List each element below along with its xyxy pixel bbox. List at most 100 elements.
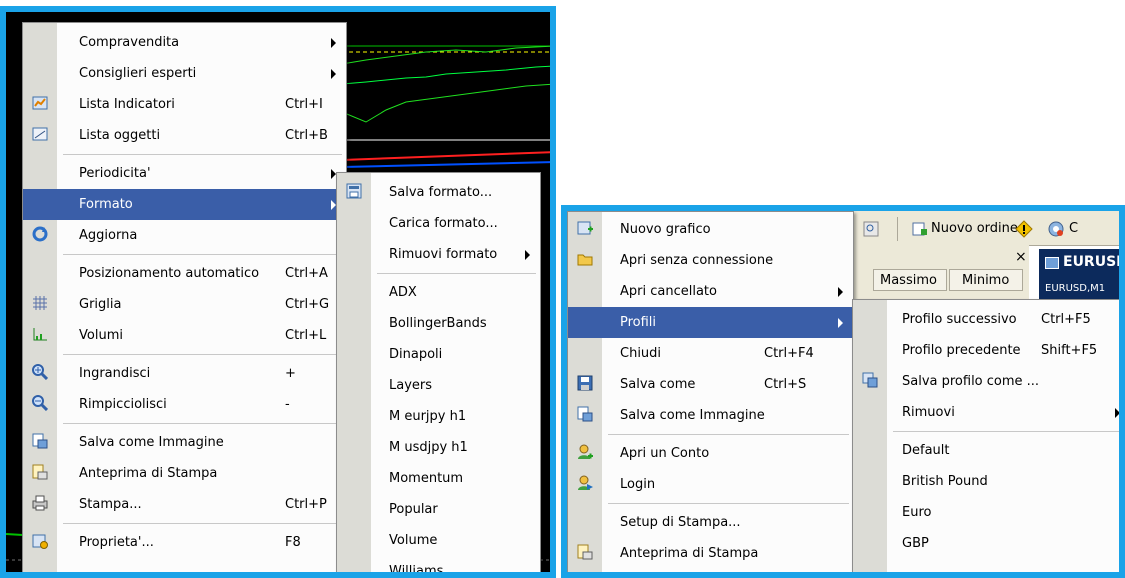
menu-item-bollingerbands[interactable]: BollingerBands	[337, 308, 540, 339]
menu-item-m-usdjpy-h1[interactable]: M usdjpy h1	[337, 432, 540, 463]
warning-icon[interactable]	[1015, 220, 1033, 238]
menu-item-volumi[interactable]: Volumi Ctrl+L	[23, 320, 346, 351]
menu-item-shortcut: Ctrl+I	[285, 96, 323, 112]
menu-item-label: Formato	[79, 196, 133, 212]
menu-item-adx[interactable]: ADX	[337, 277, 540, 308]
menu-separator	[63, 254, 342, 255]
menu-item-label: Rimuovi formato	[389, 246, 498, 262]
menu-item-label: Stampa...	[79, 496, 142, 512]
menu-item-label: Compravendita	[79, 34, 180, 50]
menu-item-salva-come-immagine[interactable]: Salva come Immagine	[568, 400, 853, 431]
toolbar-cut-text[interactable]: C	[1069, 221, 1078, 236]
menu-item-apri-un-conto[interactable]: Apri un Conto	[568, 438, 853, 469]
menu-item-nuovo-grafico[interactable]: Nuovo grafico	[568, 214, 853, 245]
menu-item-euro[interactable]: Euro	[853, 497, 1119, 528]
menu-item-salva-formato[interactable]: Salva formato...	[337, 177, 540, 208]
save-image-icon	[32, 433, 48, 449]
menu-item-label: Griglia	[79, 296, 122, 312]
menu-separator	[608, 434, 849, 435]
menu-item-label: M usdjpy h1	[389, 439, 468, 455]
menu-item-label: Momentum	[389, 470, 464, 486]
menu-item-label: Nuovo grafico	[620, 221, 711, 237]
menu-item-login[interactable]: Login	[568, 469, 853, 500]
menu-item-compravendita[interactable]: Compravendita	[23, 27, 346, 58]
menu-item-label: M eurjpy h1	[389, 408, 467, 424]
menu-item-posizionamento-automatico[interactable]: Posizionamento automatico Ctrl+A	[23, 258, 346, 289]
menu-item-salva-profilo-come[interactable]: Salva profilo come ...	[853, 366, 1119, 397]
menu-item-label: BollingerBands	[389, 315, 487, 331]
menu-item-chiudi[interactable]: Chiudi Ctrl+F4	[568, 338, 853, 369]
menu-item-shortcut: Shift+F5	[1041, 342, 1098, 358]
menu-item-label: Apri cancellato	[620, 283, 717, 299]
menu-item-label: Default	[902, 442, 950, 458]
menu-item-profilo-successivo[interactable]: Profilo successivo Ctrl+F5	[853, 304, 1119, 335]
menu-item-dinapoli[interactable]: Dinapoli	[337, 339, 540, 370]
menu-item-label: Apri senza connessione	[620, 252, 774, 268]
menu-item-formato[interactable]: Formato	[23, 189, 346, 220]
menu-item-label: Profilo precedente	[902, 342, 1021, 358]
menu-item-salva-come-immagine[interactable]: Salva come Immagine	[23, 427, 346, 458]
menu-item-label: Proprieta'...	[79, 534, 154, 550]
menu-item-aggiorna[interactable]: Aggiorna	[23, 220, 346, 251]
menu-item-stampa[interactable]: Stampa... Ctrl+P	[23, 489, 346, 520]
menu-item-layers[interactable]: Layers	[337, 370, 540, 401]
menu-item-carica-formato[interactable]: Carica formato...	[337, 208, 540, 239]
menu-item-label: Dinapoli	[389, 346, 443, 362]
new-order-button[interactable]: Nuovo ordine	[931, 221, 1018, 236]
menu-item-british-pound[interactable]: British Pound	[853, 466, 1119, 497]
menu-item-label: Periodicita'	[79, 165, 151, 181]
menu-item-apri-cancellato[interactable]: Apri cancellato	[568, 276, 853, 307]
chart-window-subtitle: EURUSD,M1	[1045, 283, 1106, 294]
menu-item-profilo-precedente[interactable]: Profilo precedente Shift+F5	[853, 335, 1119, 366]
menu-item-griglia[interactable]: Griglia Ctrl+G	[23, 289, 346, 320]
chart-window-icon	[1045, 257, 1059, 269]
column-header-massimo[interactable]: Massimo	[873, 269, 947, 291]
menu-item-lista-indicatori[interactable]: Lista Indicatori Ctrl+I	[23, 89, 346, 120]
menu-item-rimuovi-formato[interactable]: Rimuovi formato	[337, 239, 540, 270]
menu-item-anteprima-di-stampa[interactable]: Anteprima di Stampa	[568, 538, 853, 569]
menu-item-label: GBP	[902, 535, 929, 551]
menu-item-m-eurjpy-h1[interactable]: M eurjpy h1	[337, 401, 540, 432]
menu-item-rimuovi[interactable]: Rimuovi	[853, 397, 1119, 428]
open-offline-icon	[577, 251, 593, 267]
menu-item-label: Layers	[389, 377, 433, 393]
menu-item-lista-oggetti[interactable]: Lista oggetti Ctrl+B	[23, 120, 346, 151]
chart-zoom-icon[interactable]	[863, 221, 879, 237]
new-chart-icon	[577, 220, 593, 236]
volumes-icon	[32, 326, 48, 342]
menu-item-label: Anteprima di Stampa	[79, 465, 218, 481]
menu-item-momentum[interactable]: Momentum	[337, 463, 540, 494]
menu-item-setup-di-stampa[interactable]: Setup di Stampa...	[568, 507, 853, 538]
menu-separator	[608, 503, 849, 504]
menu-item-default[interactable]: Default	[853, 435, 1119, 466]
menu-item-label: Anteprima di Stampa	[620, 545, 759, 561]
menu-item-profili[interactable]: Profili	[568, 307, 853, 338]
chart-window-title: EURUSD	[1063, 254, 1125, 270]
chart-window-tab[interactable]: EURUSD EURUSD,M1	[1039, 249, 1125, 305]
menu-item-volume[interactable]: Volume	[337, 525, 540, 556]
menu-item-apri-senza-connessione[interactable]: Apri senza connessione	[568, 245, 853, 276]
menu-item-salva-come[interactable]: Salva come Ctrl+S	[568, 369, 853, 400]
menu-item-proprieta[interactable]: Proprieta'... F8	[23, 527, 346, 558]
menu-item-williams[interactable]: Williams	[337, 556, 540, 573]
market-watch-close-button[interactable]: ×	[1015, 249, 1027, 265]
menu-item-gbp[interactable]: GBP	[853, 528, 1119, 559]
menu-item-ingrandisci[interactable]: Ingrandisci +	[23, 358, 346, 389]
column-header-minimo[interactable]: Minimo	[949, 269, 1023, 291]
menu-item-consiglieri-esperti[interactable]: Consiglieri esperti	[23, 58, 346, 89]
menu-item-label: Consiglieri esperti	[79, 65, 197, 81]
menu-item-label: Profilo successivo	[902, 311, 1017, 327]
indicator-list-icon	[32, 95, 48, 111]
menu-item-popular[interactable]: Popular	[337, 494, 540, 525]
print-preview-icon	[32, 464, 48, 480]
chart-context-menu: Compravendita Consiglieri esperti Lista In…	[22, 22, 347, 572]
menu-item-shortcut: Ctrl+S	[764, 376, 807, 392]
settings-icon[interactable]	[1047, 220, 1065, 238]
menu-item-label: Apri un Conto	[620, 445, 710, 461]
right-screenshot-frame: Nuovo ordine C × Massimo Minimo EURUSD E…	[561, 205, 1125, 578]
menu-separator	[377, 273, 536, 274]
menu-item-periodicita[interactable]: Periodicita'	[23, 158, 346, 189]
menu-item-anteprima-di-stampa[interactable]: Anteprima di Stampa	[23, 458, 346, 489]
menu-item-label: Profili	[620, 314, 657, 330]
menu-item-rimpicciolisci[interactable]: Rimpicciolisci -	[23, 389, 346, 420]
